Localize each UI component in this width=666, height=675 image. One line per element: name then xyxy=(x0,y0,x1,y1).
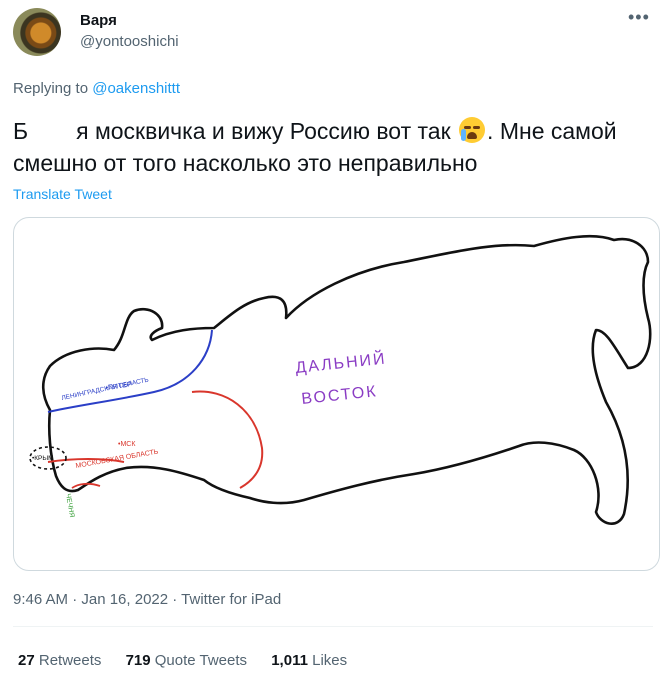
likes-stat[interactable]: 1,011 Likes xyxy=(271,652,347,669)
author-name[interactable]: Варя xyxy=(80,12,117,29)
translate-tweet-link[interactable]: Translate Tweet xyxy=(13,186,112,202)
more-options-icon[interactable]: ••• xyxy=(628,8,650,26)
label-piter: •ПИТЕР xyxy=(105,381,132,392)
retweets-count: 27 xyxy=(18,652,35,669)
replying-to: Replying to @oakenshittt xyxy=(13,80,180,97)
label-far-east-2: ВОСТОК xyxy=(301,383,379,408)
likes-label: Likes xyxy=(307,652,348,669)
russia-map-drawing: ДАЛЬНИЙ ВОСТОК ЛЕНИНГРАДСКАЯ ОБЛАСТЬ •ПИ… xyxy=(29,234,652,525)
label-crimea: •КРЫМ xyxy=(32,455,54,462)
replying-prefix: Replying to xyxy=(13,80,93,97)
label-msk: •МСК xyxy=(118,441,136,448)
tweet-text: Бя москвичка и вижу Россию вот так . Мне… xyxy=(13,115,653,179)
tweet: Варя @yontooshichi ••• Replying to @oake… xyxy=(0,0,666,675)
label-far-east: ДАЛЬНИЙ xyxy=(294,349,387,377)
retweets-label: Retweets xyxy=(34,652,102,669)
reply-handle-link[interactable]: @oakenshittt xyxy=(92,80,180,97)
quote-tweets-count: 719 xyxy=(125,652,151,669)
tweet-image[interactable]: ДАЛЬНИЙ ВОСТОК ЛЕНИНГРАДСКАЯ ОБЛАСТЬ •ПИ… xyxy=(13,217,660,571)
avatar[interactable] xyxy=(13,8,61,56)
loudly-crying-face-icon xyxy=(459,117,486,143)
tweet-stats: 27 Retweets 719 Quote Tweets 1,011 Likes xyxy=(18,652,367,669)
divider xyxy=(13,626,653,627)
tweet-text-first: Б xyxy=(13,118,29,144)
label-chechnya: ЧЕЧНЯ xyxy=(64,493,75,518)
quote-tweets-stat[interactable]: 719 Quote Tweets xyxy=(126,652,247,669)
quote-tweets-label: Quote Tweets xyxy=(150,652,248,669)
author-handle[interactable]: @yontooshichi xyxy=(80,33,179,50)
retweets-stat[interactable]: 27 Retweets xyxy=(18,652,101,669)
tweet-timestamp[interactable]: 9:46 AM · Jan 16, 2022 · Twitter for iPa… xyxy=(13,591,281,608)
likes-count: 1,011 xyxy=(271,652,308,669)
tweet-text-part1: я москвичка и вижу Россию вот так xyxy=(76,118,451,144)
